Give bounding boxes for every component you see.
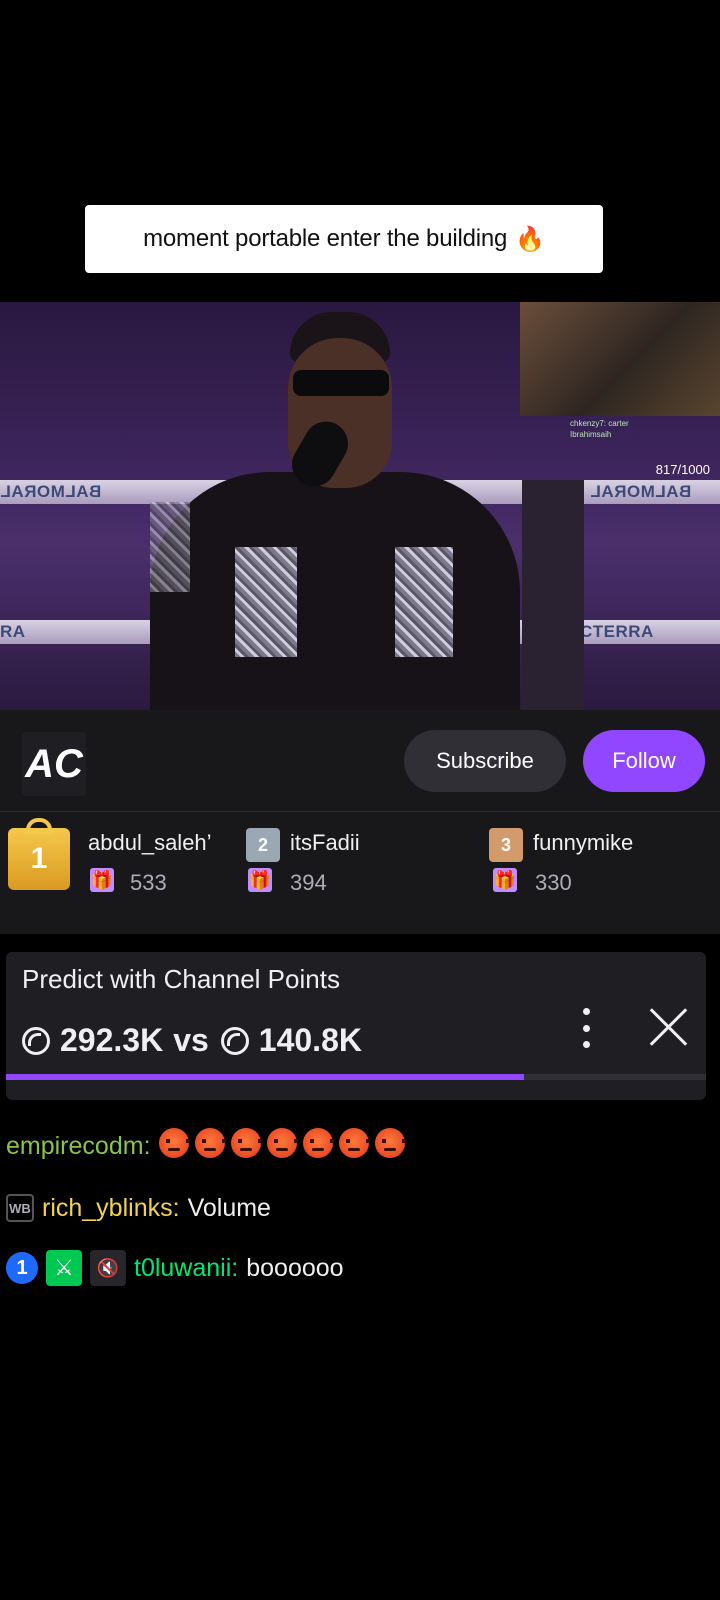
stream-video-player[interactable]: BALMORAL BALMORAL RA CTERRA chkenzy7: ca… bbox=[0, 302, 720, 710]
ring-corner-post bbox=[522, 480, 584, 710]
video-caption: moment portable enter the building 🔥 bbox=[85, 205, 603, 273]
gifter-rank-3[interactable]: 3 funnymike 🎁 330 bbox=[485, 812, 720, 934]
performer-figure bbox=[150, 472, 520, 710]
gift-icon: 🎁 bbox=[248, 868, 272, 892]
right-points: 140.8K bbox=[258, 1022, 362, 1058]
angry-face-emote-icon bbox=[230, 1127, 262, 1158]
jacket-sequin-panel bbox=[395, 547, 453, 657]
rope-sponsor-label: CTERRA bbox=[580, 622, 654, 641]
angry-face-emote-icon bbox=[338, 1127, 370, 1158]
rope-sponsor-label: BALMORAL bbox=[0, 482, 102, 501]
chat-username[interactable]: rich_yblinks: bbox=[42, 1194, 180, 1223]
performer-sunglasses bbox=[293, 370, 389, 396]
fire-icon: 🔥 bbox=[515, 225, 545, 253]
jacket-sequin-panel bbox=[150, 502, 190, 592]
chat-message[interactable]: 1 ⚔ 🔇 t0luwanii: boooooo bbox=[6, 1248, 344, 1288]
chat-message[interactable]: empirecodm: bbox=[6, 1126, 411, 1166]
more-options-icon[interactable] bbox=[576, 1008, 596, 1048]
webcam-chat-overlay: chkenzy7: carter Ibrahimsaih bbox=[570, 418, 629, 440]
gifter-name: funnymike bbox=[533, 830, 634, 855]
webcam-chat-line: Ibrahimsaih bbox=[570, 430, 612, 439]
subscribe-button[interactable]: Subscribe bbox=[404, 730, 566, 792]
prediction-title: Predict with Channel Points bbox=[22, 964, 340, 994]
left-points: 292.3K bbox=[60, 1022, 164, 1058]
top-gifters-leaderboard: 1 abdul_saleh’ 🎁 533 2 itsFadii 🎁 394 3 … bbox=[0, 812, 720, 934]
channel-points-icon bbox=[220, 1026, 249, 1055]
channel-points-icon bbox=[22, 1026, 50, 1055]
silver-gift-icon: 2 bbox=[246, 828, 280, 862]
channel-bar: AC Subscribe Follow bbox=[0, 710, 720, 812]
viewer-counter: 817/1000 bbox=[655, 462, 710, 477]
chat-username[interactable]: t0luwanii: bbox=[134, 1254, 238, 1283]
prediction-progress-fill bbox=[6, 1074, 524, 1080]
close-icon[interactable] bbox=[646, 1004, 692, 1050]
sword-badge-icon: ⚔ bbox=[46, 1250, 82, 1286]
gift-count: 330 bbox=[535, 870, 572, 895]
chat-message[interactable]: WB rich_yblinks: Volume bbox=[6, 1188, 271, 1228]
gifter-rank-2[interactable]: 2 itsFadii 🎁 394 bbox=[240, 812, 480, 934]
follow-button[interactable]: Follow bbox=[583, 730, 705, 792]
rank-number: 1 bbox=[30, 842, 48, 875]
chat-text: Volume bbox=[187, 1193, 271, 1222]
channel-avatar[interactable]: AC bbox=[22, 732, 86, 796]
gifter-rank-1[interactable]: 1 abdul_saleh’ 🎁 533 bbox=[0, 812, 240, 934]
angry-face-emote-icon bbox=[374, 1127, 406, 1158]
gifter-name: itsFadii bbox=[290, 830, 360, 855]
chat-text: boooooo bbox=[246, 1253, 344, 1282]
prediction-points: 292.3K vs 140.8K bbox=[22, 1022, 362, 1059]
rope-sponsor-label: RA bbox=[0, 622, 26, 641]
angry-face-emote-icon bbox=[158, 1127, 190, 1158]
muted-speaker-icon: 🔇 bbox=[90, 1250, 126, 1286]
angry-face-emote-icon bbox=[194, 1127, 226, 1158]
rope-sponsor-label: BALMORAL bbox=[590, 482, 692, 501]
angry-face-emote-icon bbox=[266, 1127, 298, 1158]
bronze-gift-icon: 3 bbox=[489, 828, 523, 862]
gift-icon: 🎁 bbox=[493, 868, 517, 892]
gift-count: 394 bbox=[290, 870, 327, 895]
chat-username[interactable]: empirecodm: bbox=[6, 1132, 151, 1161]
jacket-sequin-panel bbox=[235, 547, 297, 657]
emote-group bbox=[158, 1127, 411, 1165]
prediction-card[interactable]: Predict with Channel Points 292.3K vs 14… bbox=[6, 952, 706, 1100]
streamer-webcam-overlay bbox=[520, 302, 720, 416]
wb-badge-icon: WB bbox=[6, 1194, 34, 1222]
gift-icon: 🎁 bbox=[90, 868, 114, 892]
gifter-name: abdul_saleh’ bbox=[88, 830, 212, 855]
vs-label: vs bbox=[173, 1022, 209, 1058]
subscriber-badge-icon: 1 bbox=[6, 1252, 38, 1284]
rank-number: 2 bbox=[257, 834, 268, 855]
prediction-progress-bar bbox=[6, 1074, 706, 1080]
angry-face-emote-icon bbox=[302, 1127, 334, 1158]
webcam-chat-line: chkenzy7: carter bbox=[570, 419, 629, 428]
rank-number: 3 bbox=[500, 834, 511, 855]
gift-count: 533 bbox=[130, 870, 167, 895]
gold-gift-icon: 1 bbox=[8, 818, 70, 890]
caption-text: moment portable enter the building bbox=[143, 225, 508, 252]
